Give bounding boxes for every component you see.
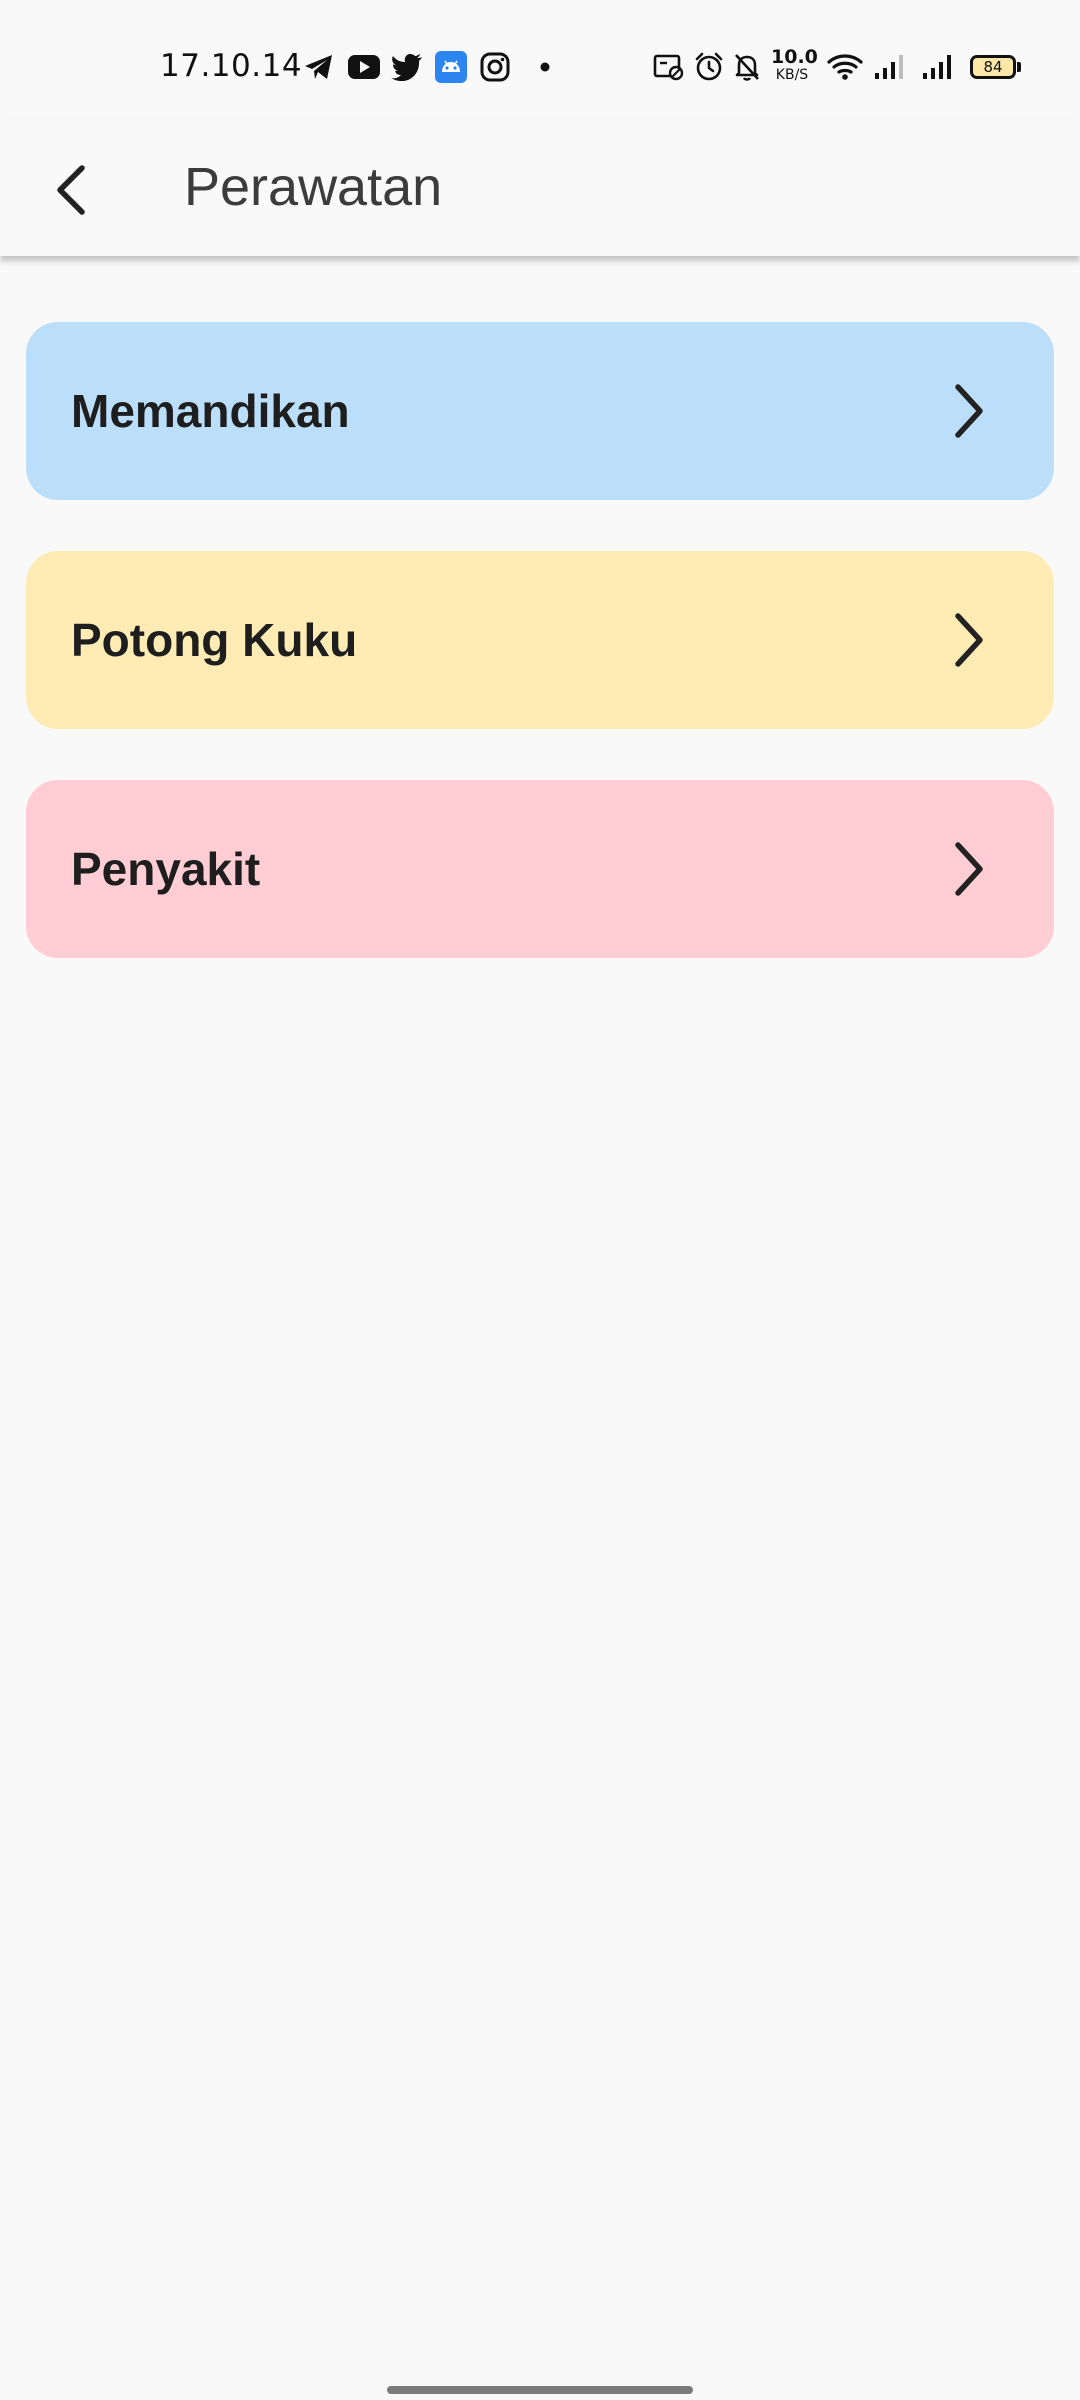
dot-icon	[536, 50, 554, 84]
instagram-icon	[478, 50, 512, 84]
battery-indicator: 84	[970, 55, 1016, 79]
android-icon	[434, 50, 468, 84]
telegram-icon	[302, 50, 336, 84]
alarm-icon	[692, 50, 726, 84]
battery-cap	[1017, 62, 1021, 72]
chevron-right-icon	[955, 384, 983, 438]
chevron-right-icon	[955, 842, 983, 896]
youtube-icon	[346, 50, 382, 84]
page-title: Perawatan	[184, 157, 443, 217]
screen: 17.10.14 10.0 KB/S 84 Perawatan Memandik…	[0, 0, 1080, 2400]
signal-icon	[872, 50, 906, 84]
network-speed: 10.0 KB/S	[771, 46, 818, 83]
menu-item-label: Memandikan	[71, 385, 350, 437]
gesture-navigation-bar[interactable]	[387, 2386, 693, 2394]
signal-icon	[920, 50, 954, 84]
menu-item-memandikan[interactable]: Memandikan	[26, 322, 1054, 500]
menu-item-label: Potong Kuku	[71, 614, 358, 666]
bell-off-icon	[730, 50, 764, 84]
network-speed-unit: KB/S	[775, 67, 809, 83]
menu-item-penyakit[interactable]: Penyakit	[26, 780, 1054, 958]
chevron-right-icon	[955, 613, 983, 667]
app-bar: Perawatan	[0, 120, 1080, 256]
back-button[interactable]	[30, 148, 114, 232]
twitter-icon	[390, 50, 424, 84]
battery-level: 84	[983, 58, 1003, 76]
menu-item-label: Penyakit	[71, 843, 261, 895]
network-speed-value: 10.0	[771, 46, 818, 68]
menu-item-potong-kuku[interactable]: Potong Kuku	[26, 551, 1054, 729]
status-bar: 17.10.14 10.0 KB/S 84	[0, 0, 1080, 120]
status-time: 17.10.14	[160, 48, 303, 84]
back-arrow-icon	[57, 165, 85, 215]
wifi-icon	[826, 50, 864, 84]
screen-record-icon	[652, 50, 686, 84]
